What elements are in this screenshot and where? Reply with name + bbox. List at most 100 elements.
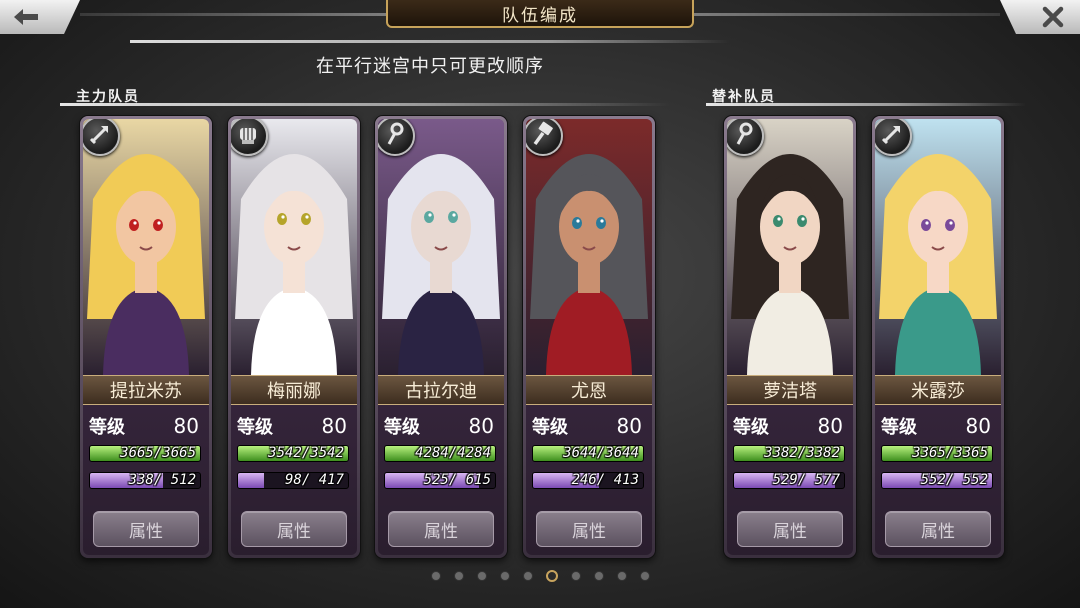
page-dot[interactable] (593, 571, 604, 581)
character-portrait (727, 119, 853, 375)
hp-value: 4284/4284 (415, 445, 491, 461)
page-dot[interactable] (430, 571, 441, 581)
reserve-members-divider (706, 103, 1026, 106)
card-body: 米露莎等级 80 3365/3365 552/ 552 属性 (875, 119, 1001, 555)
attributes-button[interactable]: 属性 (93, 511, 199, 547)
mp-bar: 529/ 577 (733, 472, 845, 489)
page-title: 队伍编成 (386, 0, 694, 28)
page-dot[interactable] (522, 571, 533, 581)
close-icon (1042, 6, 1064, 28)
page-indicator (0, 570, 1080, 585)
main-members-divider (60, 103, 670, 106)
hp-value: 3542/3542 (268, 445, 344, 461)
mp-bar: 525/ 615 (384, 472, 496, 489)
level-label: 等级 (532, 417, 568, 438)
character-name: 尤恩 (526, 375, 652, 405)
level-row: 等级 80 (733, 411, 847, 441)
attributes-button[interactable]: 属性 (885, 511, 991, 547)
character-name: 古拉尔迪 (378, 375, 504, 405)
hp-value: 3665/3665 (120, 445, 196, 461)
staff-icon (382, 121, 408, 151)
mp-value: 98/ 417 (284, 472, 344, 488)
member-card-main-4[interactable]: 尤恩等级 80 3644/3644 246/ 413 属性 (523, 116, 655, 558)
card-body: 古拉尔迪等级 80 4284/4284 525/ 615 属性 (378, 119, 504, 555)
notice-banner: 在平行迷宫中只可更改顺序 (130, 40, 730, 84)
level-label: 等级 (881, 417, 917, 438)
hp-bar: 3382/3382 (733, 445, 845, 462)
character-name: 梅丽娜 (231, 375, 357, 405)
mp-bar: 338/ 512 (89, 472, 201, 489)
close-button[interactable] (1000, 0, 1080, 34)
hp-bar: 4284/4284 (384, 445, 496, 462)
hammer-icon (530, 121, 556, 151)
character-name: 萝洁塔 (727, 375, 853, 405)
card-body: 提拉米苏等级 80 3665/3665 338/ 512 属性 (83, 119, 209, 555)
page-dot[interactable] (453, 571, 464, 581)
attributes-button[interactable]: 属性 (388, 511, 494, 547)
mp-value: 552/ 552 (920, 472, 988, 488)
mp-value: 525/ 615 (423, 472, 491, 488)
level-label: 等级 (733, 417, 769, 438)
page-dot[interactable] (570, 571, 581, 581)
mp-bar: 98/ 417 (237, 472, 349, 489)
mp-bar: 246/ 413 (532, 472, 644, 489)
level-label: 等级 (384, 417, 420, 438)
level-value: 80 (468, 414, 494, 438)
notice-divider (130, 40, 730, 43)
notice-text: 在平行迷宫中只可更改顺序 (316, 56, 544, 77)
mp-value: 338/ 512 (128, 472, 196, 488)
page-dot[interactable] (476, 571, 487, 581)
hp-bar: 3665/3665 (89, 445, 201, 462)
card-body: 萝洁塔等级 80 3382/3382 529/ 577 属性 (727, 119, 853, 555)
back-button[interactable] (0, 0, 80, 34)
mp-bar: 552/ 552 (881, 472, 993, 489)
arrow-icon (87, 121, 113, 151)
staff-icon (731, 121, 757, 151)
character-name: 米露莎 (875, 375, 1001, 405)
mp-value: 529/ 577 (772, 472, 840, 488)
member-card-reserve-2[interactable]: 米露莎等级 80 3365/3365 552/ 552 属性 (872, 116, 1004, 558)
top-bar: 队伍编成 (0, 0, 1080, 34)
character-portrait (83, 119, 209, 375)
level-value: 80 (173, 414, 199, 438)
character-name: 提拉米苏 (83, 375, 209, 405)
member-card-main-2[interactable]: 梅丽娜等级 80 3542/3542 98/ 417 属性 (228, 116, 360, 558)
level-value: 80 (965, 414, 991, 438)
card-body: 尤恩等级 80 3644/3644 246/ 413 属性 (526, 119, 652, 555)
member-card-main-1[interactable]: 提拉米苏等级 80 3665/3665 338/ 512 属性 (80, 116, 212, 558)
mp-value: 246/ 413 (571, 472, 639, 488)
member-card-main-3[interactable]: 古拉尔迪等级 80 4284/4284 525/ 615 属性 (375, 116, 507, 558)
page-dot[interactable] (499, 571, 510, 581)
attributes-button[interactable]: 属性 (241, 511, 347, 547)
page-dot[interactable] (639, 571, 650, 581)
character-portrait (231, 119, 357, 375)
level-row: 等级 80 (384, 411, 498, 441)
fist-icon (235, 121, 261, 151)
level-row: 等级 80 (881, 411, 995, 441)
level-value: 80 (321, 414, 347, 438)
attributes-button[interactable]: 属性 (737, 511, 843, 547)
level-row: 等级 80 (237, 411, 351, 441)
character-portrait (378, 119, 504, 375)
hp-value: 3382/3382 (764, 445, 840, 461)
character-portrait (875, 119, 1001, 375)
hp-bar: 3365/3365 (881, 445, 993, 462)
level-value: 80 (616, 414, 642, 438)
hp-bar: 3542/3542 (237, 445, 349, 462)
level-value: 80 (817, 414, 843, 438)
page-dot[interactable] (545, 570, 558, 582)
level-row: 等级 80 (89, 411, 203, 441)
level-label: 等级 (237, 417, 273, 438)
character-portrait (526, 119, 652, 375)
back-arrow-icon (12, 7, 40, 27)
level-row: 等级 80 (532, 411, 646, 441)
level-label: 等级 (89, 417, 125, 438)
member-card-reserve-1[interactable]: 萝洁塔等级 80 3382/3382 529/ 577 属性 (724, 116, 856, 558)
hp-bar: 3644/3644 (532, 445, 644, 462)
card-body: 梅丽娜等级 80 3542/3542 98/ 417 属性 (231, 119, 357, 555)
hp-value: 3365/3365 (912, 445, 988, 461)
arrow-icon (879, 121, 905, 151)
hp-value: 3644/3644 (563, 445, 639, 461)
attributes-button[interactable]: 属性 (536, 511, 642, 547)
page-dot[interactable] (616, 571, 627, 581)
